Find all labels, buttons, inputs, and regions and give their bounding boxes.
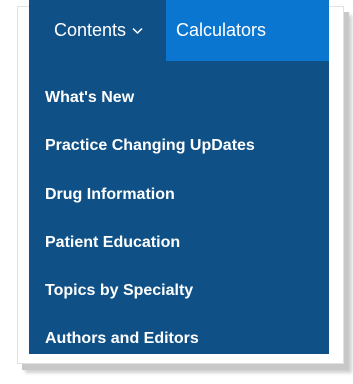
menu-item-whats-new[interactable]: What's New [29,85,329,133]
menu-item-topics-by-specialty[interactable]: Topics by Specialty [29,278,329,326]
menu-item-practice-changing-updates[interactable]: Practice Changing UpDates [29,133,329,181]
menu-item-authors-and-editors[interactable]: Authors and Editors [29,326,329,374]
tab-calculators-label: Calculators [176,20,267,40]
tab-contents[interactable]: Contents [29,0,166,61]
contents-dropdown-menu: What's New Practice Changing UpDates Dru… [29,61,329,354]
tab-contents-label: Contents [53,20,127,40]
menu-item-drug-information[interactable]: Drug Information [29,182,329,230]
chevron-down-icon [132,27,143,34]
nav-bar: Contents Calculators [29,0,329,61]
tab-calculators[interactable]: Calculators [166,0,329,61]
menu-item-patient-education[interactable]: Patient Education [29,230,329,278]
